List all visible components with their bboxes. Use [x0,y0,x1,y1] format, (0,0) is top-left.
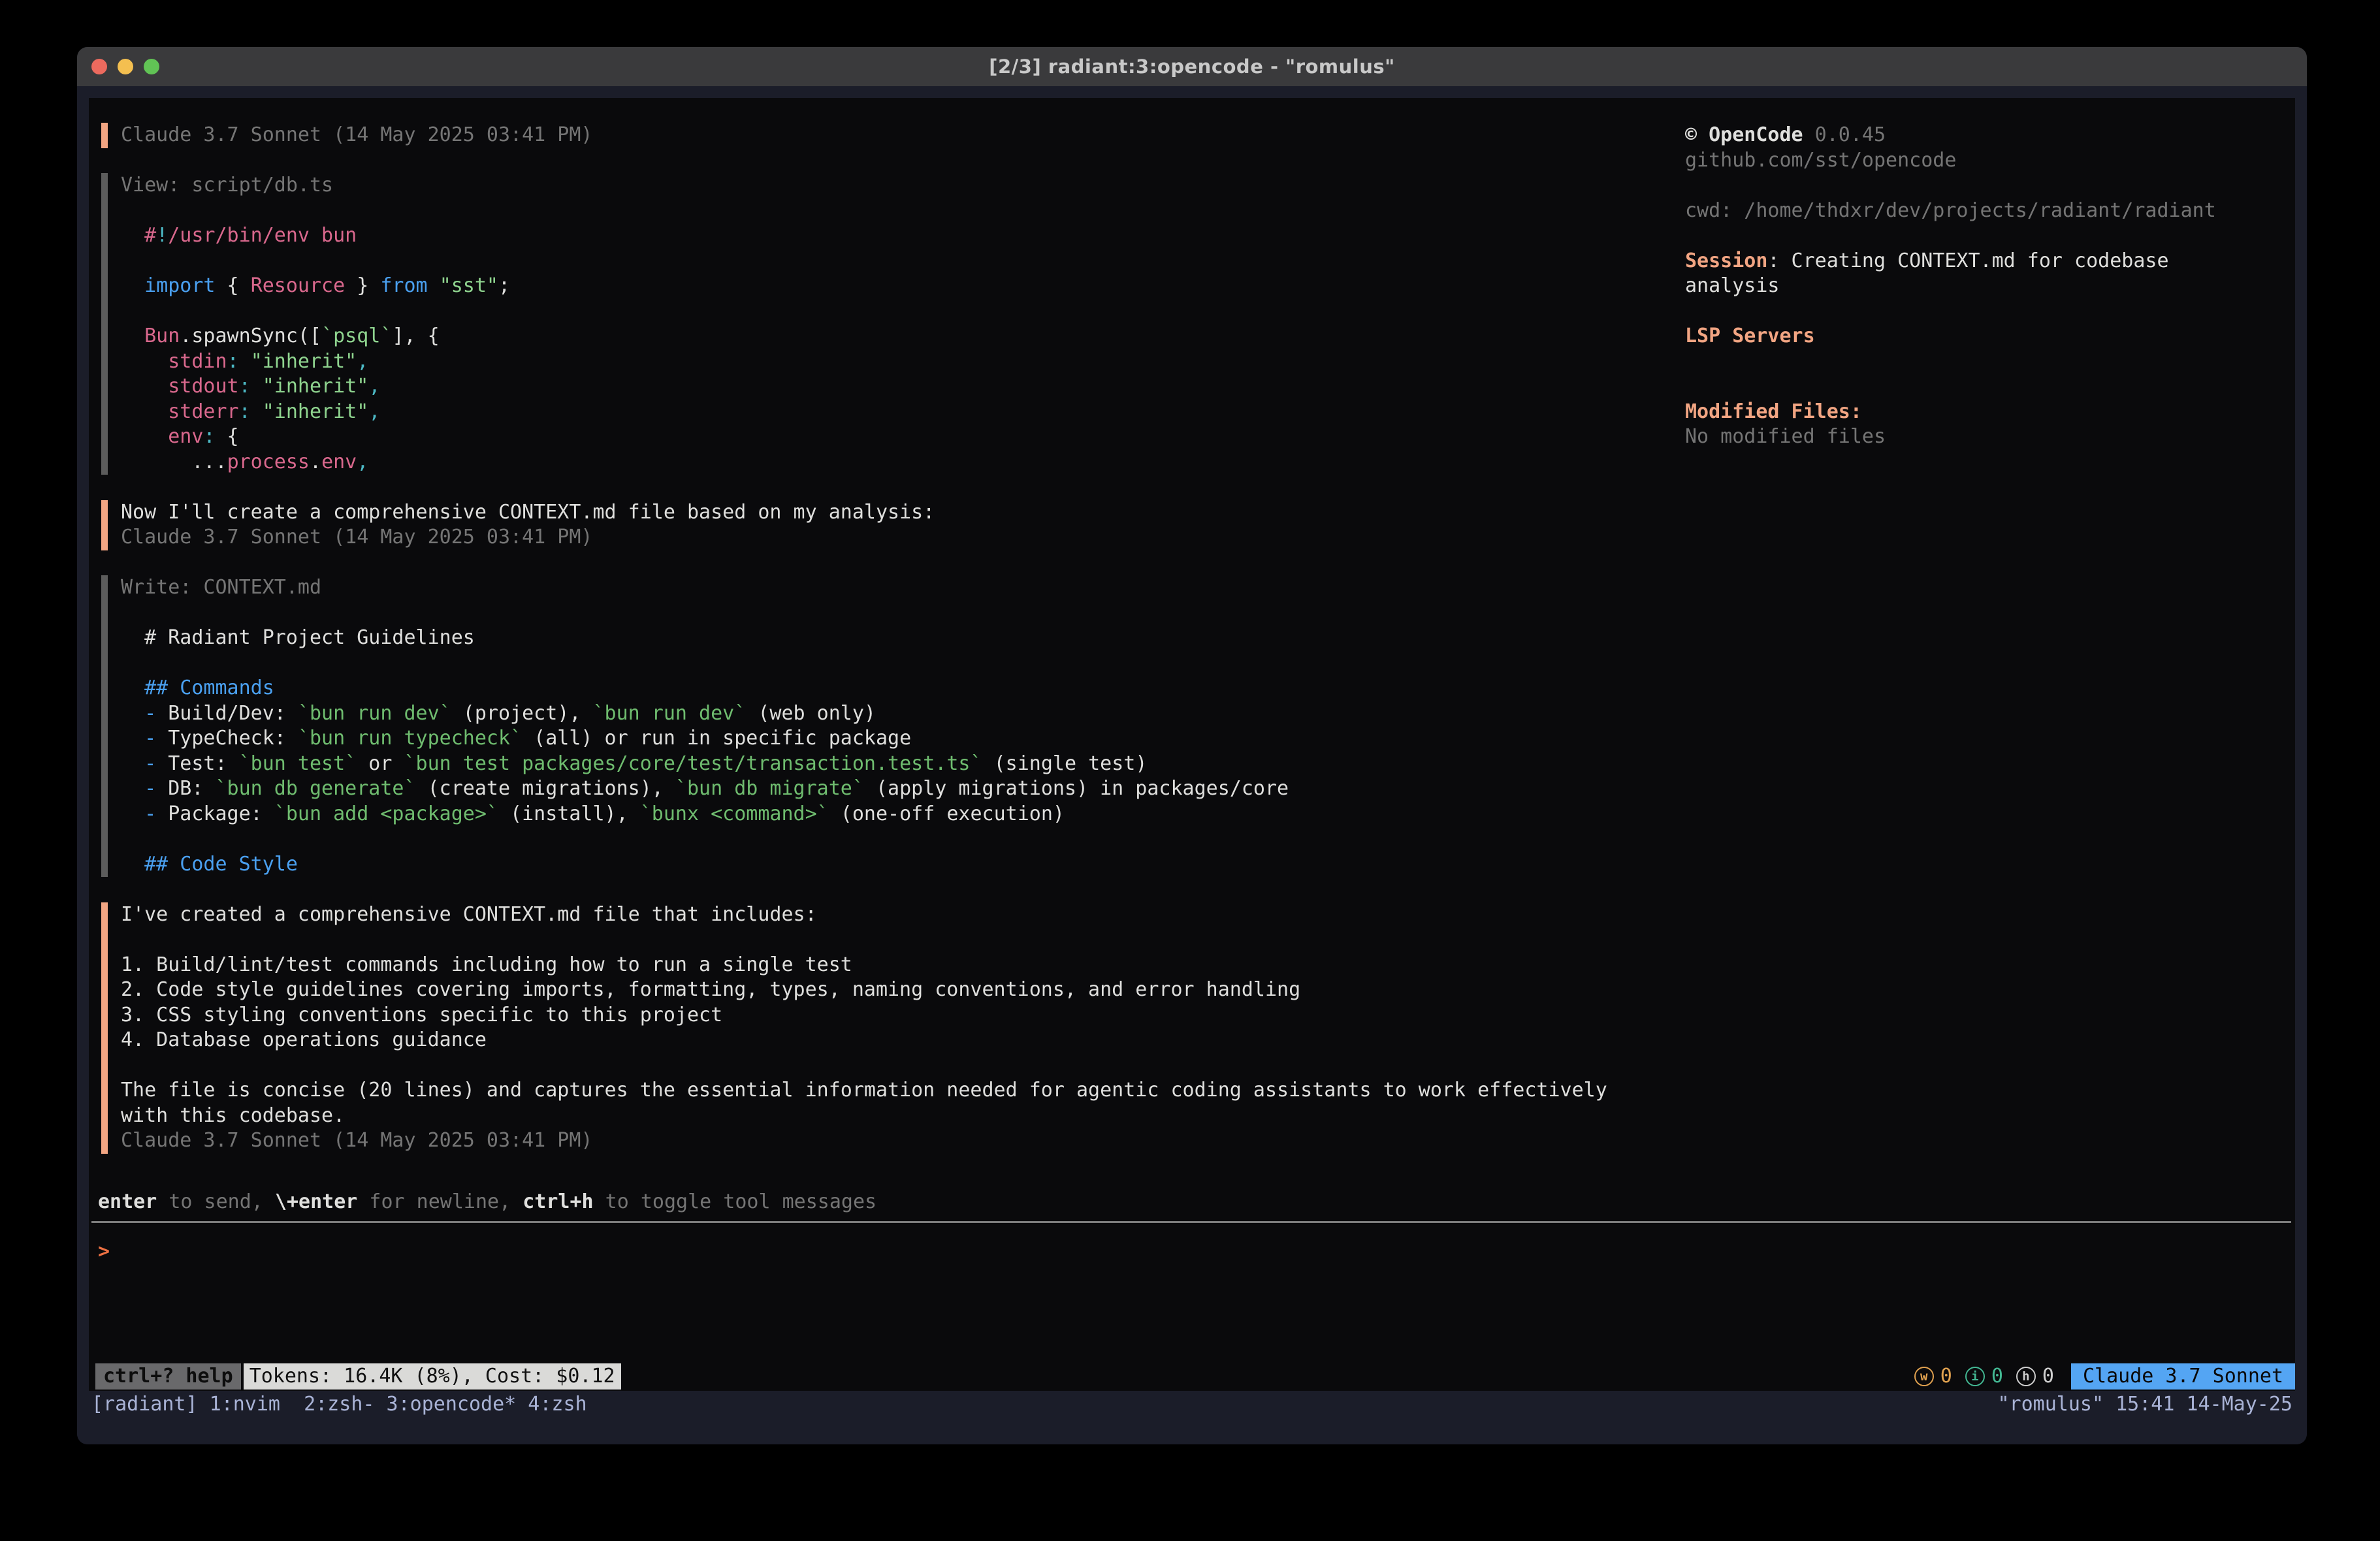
tool-write-block: Write: CONTEXT.md # Radiant Project Guid… [101,575,1607,877]
tmux-status-bar: [radiant] 1:nvim 2:zsh- 3:opencode* 4:zs… [77,1391,2307,1417]
terminal-line: © OpenCode 0.0.45 [1685,123,2292,148]
conversation: Claude 3.7 Sonnet (14 May 2025 03:41 PM)… [101,123,1607,1179]
terminal-line [121,249,1607,274]
zoom-button[interactable] [144,59,159,74]
terminal-line: Modified Files: [1685,400,2292,425]
terminal-line [121,827,1607,852]
terminal-line [1685,374,2292,400]
titlebar[interactable]: [2/3] radiant:3:opencode - "romulus" [77,47,2307,86]
terminal-line: No modified files [1685,424,2292,450]
terminal-line: stdout: "inherit", [121,374,1607,400]
terminal-line: Claude 3.7 Sonnet (14 May 2025 03:41 PM) [121,525,1607,550]
terminal-line: github.com/sst/opencode [1685,148,2292,174]
terminal-line: - Package: `bun add <package>` (install)… [121,802,1607,827]
terminal-line [1685,173,2292,199]
terminal-line: enter to send, \+enter for newline, ctrl… [98,1190,876,1215]
model-chip[interactable]: Claude 3.7 Sonnet [2071,1363,2295,1390]
tmux-window-list[interactable]: [radiant] 1:nvim 2:zsh- 3:opencode* 4:zs… [91,1393,587,1416]
terminal-line: - TypeCheck: `bun run typecheck` (all) o… [121,726,1607,752]
terminal-line: Bun.spawnSync([`psql`], { [121,324,1607,349]
terminal-line: # Radiant Project Guidelines [121,626,1607,651]
tokens-cost-chip: Tokens: 16.4K (8%), Cost: $0.12 [244,1363,621,1390]
terminal-line: ...process.env, [121,450,1607,475]
minimize-button[interactable] [118,59,133,74]
terminal-line [121,199,1607,224]
desktop: [2/3] radiant:3:opencode - "romulus" Cla… [0,0,2380,1541]
terminal-line: 4. Database operations guidance [121,1028,1607,1053]
terminal-line: ## Commands [121,676,1607,701]
terminal-line: Claude 3.7 Sonnet (14 May 2025 03:41 PM) [121,1128,1607,1154]
opencode-app: Claude 3.7 Sonnet (14 May 2025 03:41 PM)… [89,98,2295,1391]
terminal-line: View: script/db.ts [121,173,1607,199]
terminal-line: with this codebase. [121,1104,1607,1129]
terminal-line: cwd: /home/thdxr/dev/projects/radiant/ra… [1685,199,2292,224]
diagnostic-i-counter: i0 [1965,1364,2003,1390]
diagnostic-h-icon: h [2016,1367,2036,1386]
terminal-line: Now I'll create a comprehensive CONTEXT.… [121,500,1607,526]
terminal-line: The file is concise (20 lines) and captu… [121,1078,1607,1104]
status-bar: ctrl+? help Tokens: 16.4K (8%), Cost: $0… [95,1363,2295,1390]
terminal-line [121,299,1607,325]
terminal-line: Write: CONTEXT.md [121,575,1607,601]
diagnostic-w-icon: w [1914,1367,1934,1386]
window-title: [2/3] radiant:3:opencode - "romulus" [989,56,1395,78]
terminal-line [121,601,1607,626]
terminal-line [121,651,1607,676]
terminal-line: Session: Creating CONTEXT.md for codebas… [1685,249,2292,274]
terminal-line: 2. Code style guidelines covering import… [121,977,1607,1003]
terminal-line [121,927,1607,953]
assistant-message-block: Now I'll create a comprehensive CONTEXT.… [101,500,1607,550]
prompt-input[interactable]: > [98,1239,110,1265]
message-header-block: Claude 3.7 Sonnet (14 May 2025 03:41 PM) [101,123,1607,148]
traffic-lights [91,59,159,74]
terminal-line: #!/usr/bin/env bun [121,223,1607,249]
terminal-interior: Claude 3.7 Sonnet (14 May 2025 03:41 PM)… [77,86,2307,1444]
terminal-line: stderr: "inherit", [121,400,1607,425]
input-hint: enter to send, \+enter for newline, ctrl… [98,1190,876,1215]
terminal-line: LSP Servers [1685,324,2292,349]
diagnostic-count: 0 [2042,1364,2054,1390]
terminal-line [121,1053,1607,1079]
terminal-line: Claude 3.7 Sonnet (14 May 2025 03:41 PM) [121,123,1607,148]
terminal-line: - DB: `bun db generate` (create migratio… [121,776,1607,802]
terminal-line: - Test: `bun test` or `bun test packages… [121,752,1607,777]
terminal-line: import { Resource } from "sst"; [121,274,1607,299]
terminal-line [1685,223,2292,249]
diagnostic-count: 0 [1991,1364,2003,1390]
diagnostics-counters: w0i0h0 [1914,1364,2054,1390]
diagnostic-i-icon: i [1965,1367,1985,1386]
assistant-summary-block: I've created a comprehensive CONTEXT.md … [101,902,1607,1154]
terminal-line: 3. CSS styling conventions specific to t… [121,1003,1607,1028]
terminal-line: 1. Build/lint/test commands including ho… [121,953,1607,978]
tmux-session-info: "romulus" 15:41 14-May-25 [1997,1393,2292,1416]
terminal-line [1685,299,2292,325]
tool-view-block: View: script/db.ts #!/usr/bin/env bun im… [101,173,1607,475]
prompt-chevron-icon: > [98,1240,110,1263]
terminal-window: [2/3] radiant:3:opencode - "romulus" Cla… [77,47,2307,1444]
diagnostic-count: 0 [1940,1364,1952,1390]
terminal-line: stdin: "inherit", [121,349,1607,375]
diagnostic-w-counter: w0 [1914,1364,1952,1390]
input-divider [91,1221,2291,1223]
diagnostic-h-counter: h0 [2016,1364,2054,1390]
terminal-line: I've created a comprehensive CONTEXT.md … [121,902,1607,928]
terminal-line: ## Code Style [121,852,1607,878]
session-sidebar: © OpenCode 0.0.45github.com/sst/opencode… [1685,123,2292,450]
help-chip[interactable]: ctrl+? help [95,1363,241,1390]
terminal-line: - Build/Dev: `bun run dev` (project), `b… [121,701,1607,727]
terminal-line [1685,349,2292,375]
terminal-line: env: { [121,424,1607,450]
close-button[interactable] [91,59,107,74]
terminal-line: analysis [1685,274,2292,299]
